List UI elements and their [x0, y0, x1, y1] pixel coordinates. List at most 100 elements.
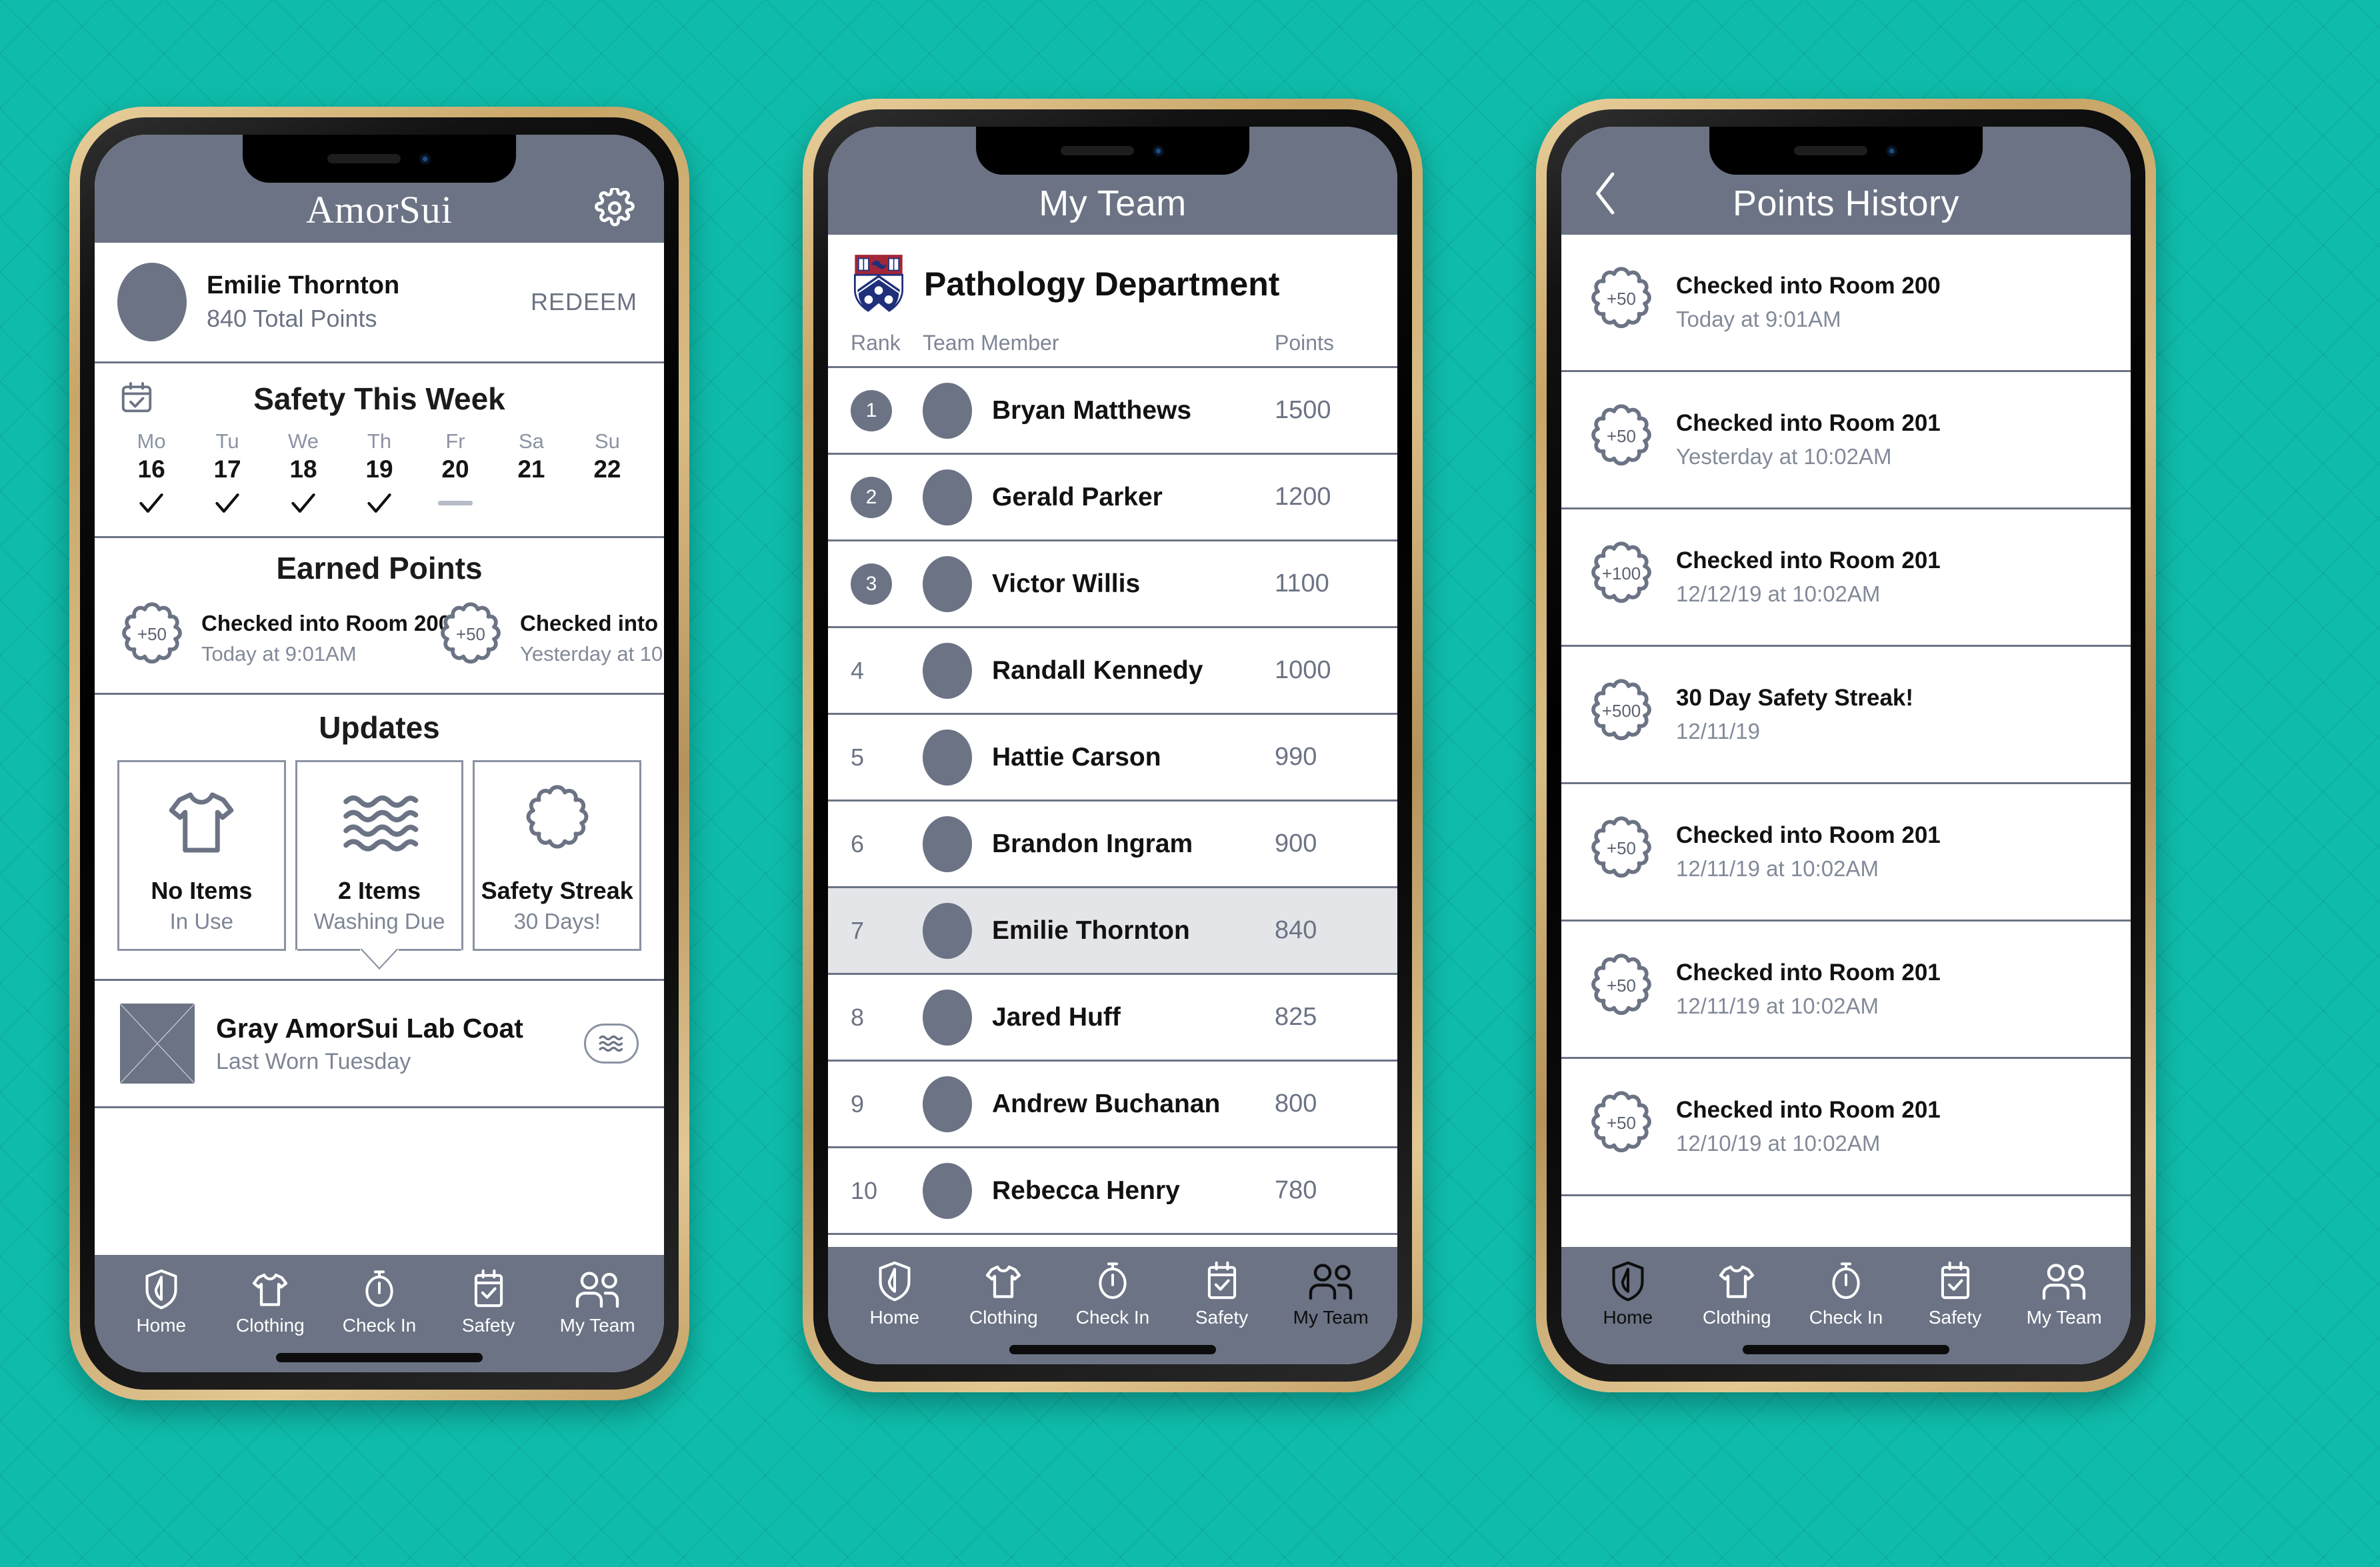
update-card-title: 2 Items — [337, 877, 421, 905]
tab-check-in[interactable]: Check In — [1794, 1260, 1897, 1328]
column-header-member: Team Member — [923, 331, 1059, 355]
screen-my-team: My Team Pathology Department Rank Team M… — [828, 127, 1397, 1364]
tab-my-team[interactable]: My Team — [1279, 1263, 1382, 1328]
earned-point-item[interactable]: +50 Checked into Room 201 Yesterday at 1… — [436, 601, 664, 675]
current-item-section[interactable]: Gray AmorSui Lab Coat Last Worn Tuesday — [95, 979, 664, 1109]
tab-check-in[interactable]: Check In — [327, 1268, 431, 1336]
table-row[interactable]: 1 Bryan Matthews 1500 — [828, 368, 1397, 455]
earned-point-item[interactable]: +50 Checked into Room 200 Today at 9:01A… — [117, 601, 451, 675]
table-row[interactable]: 5 Hattie Carson 990 — [828, 715, 1397, 802]
list-item[interactable]: +50 Checked into Room 201 Yesterday at 1… — [1561, 372, 2131, 509]
day-number: 20 — [441, 455, 469, 483]
earned-points-carousel[interactable]: +50 Checked into Room 200 Today at 9:01A… — [95, 586, 664, 675]
flower-badge-icon — [521, 782, 593, 862]
tabbar-team: Home Clothing Check In Safety My Team — [828, 1247, 1397, 1335]
member-name: Andrew Buchanan — [992, 1089, 1221, 1118]
history-content[interactable]: +50 Checked into Room 200 Today at 9:01A… — [1561, 235, 2131, 1247]
update-card[interactable]: 2 Items Washing Due — [295, 760, 464, 970]
tab-home[interactable]: Home — [1576, 1260, 1679, 1328]
day-status — [573, 484, 641, 521]
tab-clothing[interactable]: Clothing — [952, 1262, 1055, 1328]
svg-text:+50: +50 — [137, 625, 167, 644]
tab-home[interactable]: Home — [843, 1260, 946, 1328]
day-status — [117, 484, 185, 521]
rank-number: 7 — [851, 916, 865, 944]
tab-home[interactable]: Home — [109, 1268, 213, 1336]
table-row[interactable]: 4 Randall Kennedy 1000 — [828, 628, 1397, 715]
column-header-rank: Rank — [851, 331, 901, 355]
points-badge-icon: +50 — [436, 601, 505, 675]
safety-week-section: Safety This Week Mo 16 Tu 17 We 18 Th 19… — [95, 363, 664, 539]
leaderboard-list[interactable]: 1 Bryan Matthews 1500 2 Gerald Parker 12… — [828, 368, 1397, 1235]
tab-my-team[interactable]: My Team — [545, 1271, 649, 1336]
list-item[interactable]: +50 Checked into Room 201 12/10/19 at 10… — [1561, 1059, 2131, 1196]
tab-safety[interactable]: Safety — [1170, 1260, 1273, 1328]
rank-cell: 8 — [851, 1004, 923, 1032]
table-row[interactable]: 3 Victor Willis 1100 — [828, 541, 1397, 628]
list-item[interactable]: +50 Checked into Room 201 12/11/19 at 10… — [1561, 922, 2131, 1059]
day-abbrev: Su — [594, 429, 620, 453]
table-row[interactable]: 6 Brandon Ingram 900 — [828, 802, 1397, 888]
phone-device-team: My Team Pathology Department Rank Team M… — [803, 99, 1423, 1392]
app-title: AmorSui — [306, 188, 453, 231]
tab-label: My Team — [559, 1315, 635, 1336]
tab-my-team[interactable]: My Team — [2012, 1263, 2115, 1328]
list-item[interactable]: +500 30 Day Safety Streak! 12/11/19 — [1561, 647, 2131, 784]
list-item[interactable]: +50 Checked into Room 201 12/11/19 at 10… — [1561, 784, 2131, 922]
history-subtitle: 12/10/19 at 10:02AM — [1676, 1130, 1881, 1156]
avatar — [923, 555, 972, 612]
tabbar-home: Home Clothing Check In Safety My Team — [95, 1255, 664, 1343]
safety-day: Sa 21 — [497, 429, 565, 521]
update-card-title: No Items — [151, 877, 253, 905]
history-subtitle: 12/12/19 at 10:02AM — [1676, 581, 1881, 606]
list-item[interactable]: +50 Checked into Room 200 Today at 9:01A… — [1561, 235, 2131, 372]
history-title: 30 Day Safety Streak! — [1676, 685, 1914, 711]
team-content: Pathology Department Rank Team Member Po… — [828, 235, 1397, 1247]
tab-safety[interactable]: Safety — [437, 1268, 540, 1336]
check-icon — [137, 488, 166, 517]
table-row[interactable]: 10 Rebecca Henry 780 — [828, 1148, 1397, 1235]
member-points: 900 — [1275, 830, 1317, 858]
tab-label: Home — [1603, 1307, 1653, 1328]
tab-label: Home — [869, 1307, 920, 1328]
tab-label: Clothing — [1703, 1307, 1771, 1328]
wash-action-button[interactable] — [584, 1024, 639, 1064]
page-title: Points History — [1732, 183, 1960, 223]
svg-text:+50: +50 — [1607, 290, 1636, 309]
svg-text:+50: +50 — [1607, 1114, 1636, 1133]
calendar-check-icon — [471, 1268, 507, 1310]
tab-check-in[interactable]: Check In — [1061, 1260, 1164, 1328]
avatar — [923, 1162, 972, 1219]
earned-subtitle: Yesterday at 10:02AM — [520, 641, 664, 665]
update-card[interactable]: Safety Streak 30 Days! — [473, 760, 642, 952]
history-subtitle: Today at 9:01AM — [1676, 306, 1841, 331]
member-points: 840 — [1275, 916, 1317, 944]
check-icon — [289, 488, 318, 517]
day-status — [193, 484, 261, 521]
day-number: 17 — [213, 455, 241, 483]
gear-icon[interactable] — [595, 188, 635, 228]
safety-day: We 18 — [269, 429, 337, 521]
table-row[interactable]: 8 Jared Huff 825 — [828, 975, 1397, 1062]
redeem-button[interactable]: REDEEM — [531, 288, 641, 316]
table-row[interactable]: 2 Gerald Parker 1200 — [828, 455, 1397, 541]
safety-week-days: Mo 16 Tu 17 We 18 Th 19 Fr 20 Sa 21 Su 2… — [113, 429, 645, 521]
table-row[interactable]: 7 Emilie Thornton 840 — [828, 888, 1397, 975]
points-badge-icon: +50 — [117, 601, 187, 675]
list-item[interactable]: +100 Checked into Room 201 12/12/19 at 1… — [1561, 509, 2131, 647]
tab-safety[interactable]: Safety — [1903, 1260, 2007, 1328]
tab-clothing[interactable]: Clothing — [1685, 1262, 1789, 1328]
member-name: Emilie Thornton — [992, 916, 1190, 945]
tab-clothing[interactable]: Clothing — [219, 1270, 322, 1336]
points-badge-icon: +50 — [1587, 952, 1656, 1027]
chevron-left-icon[interactable] — [1588, 167, 1625, 220]
tab-label: Safety — [1195, 1307, 1249, 1328]
member-name: Gerald Parker — [992, 482, 1163, 511]
svg-text:+100: +100 — [1602, 565, 1641, 583]
updates-section: Updates No Items In Use 2 Items Washing … — [95, 695, 664, 970]
home-indicator — [828, 1335, 1397, 1364]
front-camera — [419, 153, 431, 165]
tshirt-icon — [249, 1270, 291, 1310]
table-row[interactable]: 9 Andrew Buchanan 800 — [828, 1062, 1397, 1148]
update-card[interactable]: No Items In Use — [117, 760, 286, 952]
